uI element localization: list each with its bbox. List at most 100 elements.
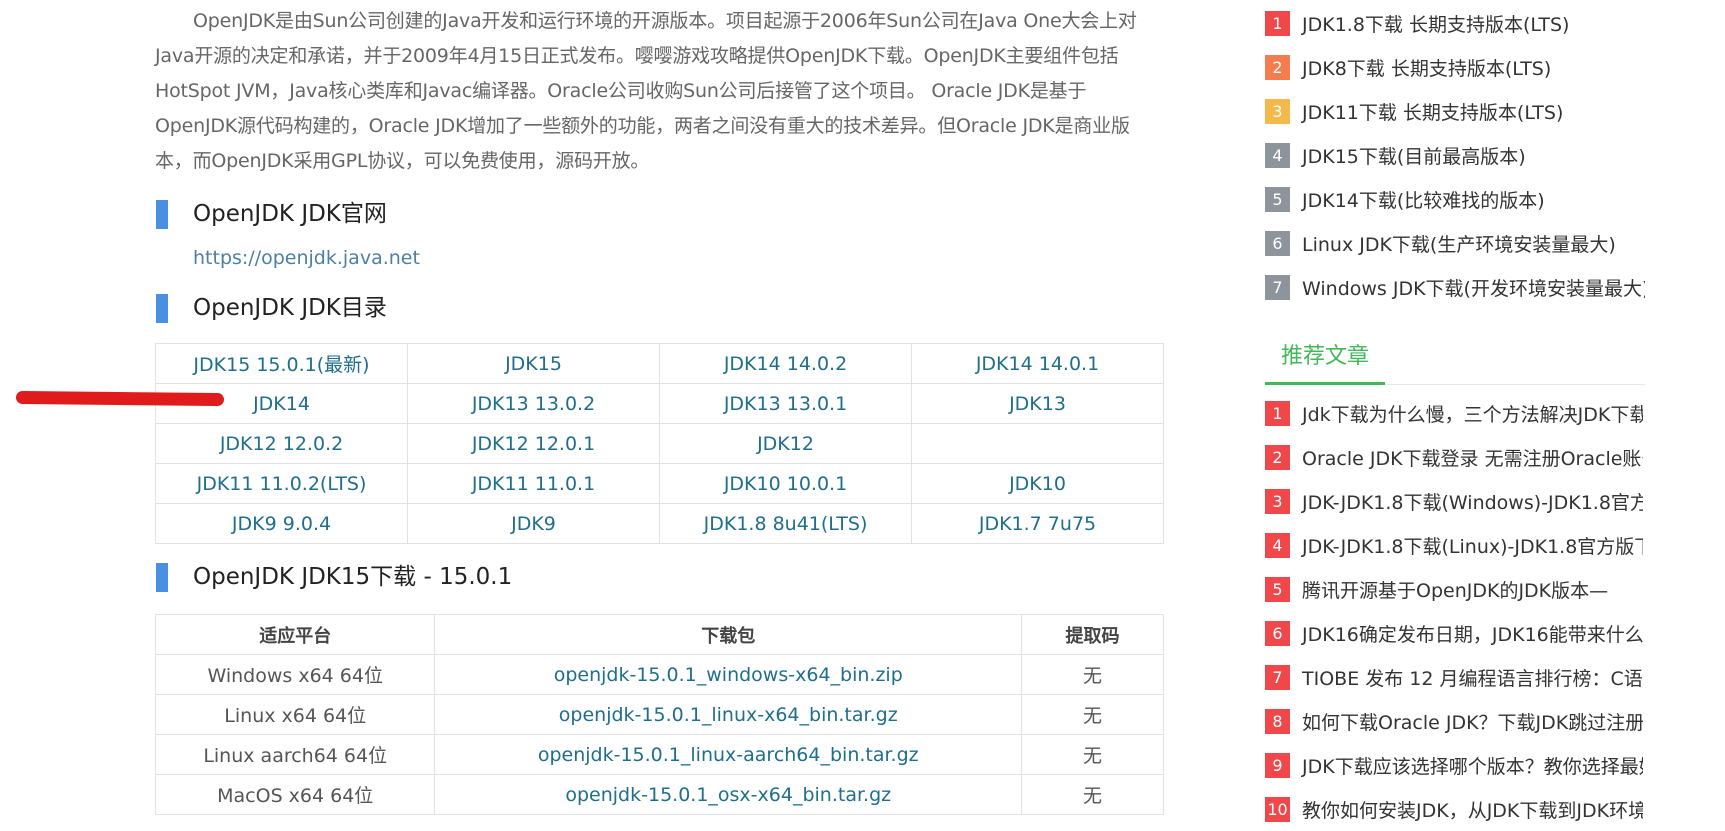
heading-download: OpenJDK JDK15下载 - 15.0.1 [155,562,1165,592]
heading-official-site-text: OpenJDK JDK官网 [193,201,387,227]
sidebar-link-label: JDK1.8下载 长期支持版本(LTS) [1302,13,1570,36]
sidebar-link-label: JDK14下载(比较难找的版本) [1302,189,1545,212]
heading-catalog: OpenJDK JDK目录 [155,293,1165,323]
catalog-link[interactable]: JDK15 [407,343,660,384]
rank-badge: 6 [1265,620,1290,646]
catalog-link[interactable]: JDK13 13.0.2 [407,383,660,424]
rank-badge: 8 [1265,708,1290,734]
red-underline-annotation [15,390,225,407]
rank-badge: 1 [1265,400,1290,426]
heading-marker [156,294,168,323]
sidebar-list-item[interactable]: 1 Jdk下载为什么慢，三个方法解决JDK下载 [1265,391,1643,435]
catalog-link[interactable]: JDK10 10.0.1 [659,463,912,504]
sidebar-list-item[interactable]: 7 TIOBE 发布 12 月编程语言排行榜：C语言 [1265,655,1643,699]
sidebar-list-item[interactable]: 3 JDK-JDK1.8下载(Windows)-JDK1.8官方版 [1265,479,1643,523]
catalog-table: JDK15 15.0.1(最新) JDK15 JDK14 14.0.2 JDK14 1… [155,343,1164,544]
catalog-link[interactable]: JDK13 13.0.1 [659,383,912,424]
sidebar-link-label: Jdk下载为什么慢，三个方法解决JDK下载 [1302,403,1643,426]
catalog-link[interactable]: JDK10 [911,463,1164,504]
heading-catalog-text: OpenJDK JDK目录 [193,295,387,321]
sidebar-link-label: JDK-JDK1.8下载(Windows)-JDK1.8官方版 [1302,491,1643,514]
sidebar-list-item[interactable]: 6 Linux JDK下载(生产环境安装量最大) [1265,221,1645,265]
sidebar-list-item[interactable]: 6 JDK16确定发布日期，JDK16能带来什么特 [1265,611,1643,655]
sidebar-list-item[interactable]: 10 教你如何安装JDK，从JDK下载到JDK环境 [1265,787,1643,831]
catalog-row: JDK9 9.0.4 JDK9 JDK1.8 8u41(LTS) JDK1.7 7u7… [155,503,1164,544]
sidebar-list-item[interactable]: 2 Oracle JDK下载登录 无需注册Oracle账号 [1265,435,1643,479]
platform-cell: MacOS x64 64位 [154,774,436,815]
rank-badge: 7 [1265,664,1290,690]
download-row: Linux x64 64位 openjdk-15.0.1_linux-x64_bi… [154,694,1164,735]
sidebar-link-label: 腾讯开源基于OpenJDK的JDK版本— [1302,579,1609,602]
extract-code-cell: 无 [1021,654,1164,695]
catalog-link[interactable]: JDK13 [911,383,1164,424]
catalog-row: JDK14 JDK13 13.0.2 JDK13 13.0.1 JDK13 [155,383,1164,424]
rank-badge: 3 [1265,98,1290,124]
catalog-link[interactable]: JDK11 11.0.2(LTS) [155,463,408,504]
recommended-title-text: 推荐文章 [1265,335,1386,385]
package-link[interactable]: openjdk-15.0.1_windows-x64_bin.zip [434,654,1023,695]
sidebar-list-item[interactable]: 5 腾讯开源基于OpenJDK的JDK版本— [1265,567,1643,611]
heading-marker [156,563,168,592]
hot-download-list: 1 JDK1.8下载 长期支持版本(LTS) 2 JDK8下载 长期支持版本(LTS)… [1265,1,1645,309]
extract-code-cell: 无 [1021,734,1164,775]
column-header-code: 提取码 [1021,614,1164,655]
download-row: Windows x64 64位 openjdk-15.0.1_windows-x6… [154,654,1164,695]
catalog-link[interactable]: JDK12 12.0.2 [155,423,408,464]
sidebar-list-item[interactable]: 4 JDK15下载(目前最高版本) [1265,133,1645,177]
catalog-link[interactable]: JDK11 11.0.1 [407,463,660,504]
rank-badge: 3 [1265,488,1290,514]
package-link[interactable]: openjdk-15.0.1_linux-x64_bin.tar.gz [434,694,1023,735]
catalog-row: JDK11 11.0.2(LTS) JDK11 11.0.1 JDK10 10.0.… [155,463,1164,504]
rank-badge: 9 [1265,752,1290,778]
catalog-link[interactable]: JDK1.8 8u41(LTS) [659,503,912,544]
catalog-link[interactable]: JDK14 14.0.1 [911,343,1164,384]
extract-code-cell: 无 [1021,694,1164,735]
platform-cell: Linux x64 64位 [154,694,436,735]
sidebar-list-item[interactable]: 7 Windows JDK下载(开发环境安装量最大) [1265,265,1645,309]
column-header-platform: 适应平台 [154,614,436,655]
rank-badge: 6 [1265,230,1290,256]
sidebar-list-item[interactable]: 8 如何下载Oracle JDK？下载JDK跳过注册的 [1265,699,1643,743]
package-link[interactable]: openjdk-15.0.1_linux-aarch64_bin.tar.gz [434,734,1023,775]
rank-badge: 4 [1265,532,1290,558]
intro-paragraph: OpenJDK是由Sun公司创建的Java开发和运行环境的开源版本。项目起源于2… [155,10,1137,172]
official-site-link[interactable]: https://openjdk.java.net [193,247,1165,269]
sidebar-list-item[interactable]: 3 JDK11下载 长期支持版本(LTS) [1265,89,1645,133]
sidebar-link-label: 教你如何安装JDK，从JDK下载到JDK环境 [1302,799,1643,822]
article-main: OpenJDK是由Sun公司创建的Java开发和运行环境的开源版本。项目起源于2… [154,0,1165,815]
sidebar-link-label: JDK-JDK1.8下载(Linux)-JDK1.8官方版下载 [1302,535,1643,558]
rank-badge: 2 [1265,54,1290,80]
package-link[interactable]: openjdk-15.0.1_osx-x64_bin.tar.gz [434,774,1023,815]
catalog-link[interactable]: JDK12 12.0.1 [407,423,660,464]
platform-cell: Windows x64 64位 [154,654,436,695]
heading-marker [156,200,168,229]
extract-code-cell: 无 [1021,774,1164,815]
sidebar-list-item[interactable]: 2 JDK8下载 长期支持版本(LTS) [1265,45,1645,89]
sidebar-list-item[interactable]: 5 JDK14下载(比较难找的版本) [1265,177,1645,221]
sidebar-link-label: Linux JDK下载(生产环境安装量最大) [1302,233,1616,256]
sidebar-link-label: JDK16确定发布日期，JDK16能带来什么特 [1302,623,1643,646]
sidebar-list-item[interactable]: 4 JDK-JDK1.8下载(Linux)-JDK1.8官方版下载 [1265,523,1643,567]
rank-badge: 5 [1265,186,1290,212]
catalog-link[interactable]: JDK14 14.0.2 [659,343,912,384]
platform-cell: Linux aarch64 64位 [154,734,436,775]
sidebar-link-label: JDK15下载(目前最高版本) [1302,145,1526,168]
recommended-title: 推荐文章 [1265,335,1645,385]
rank-badge: 2 [1265,444,1290,470]
catalog-link[interactable]: JDK9 9.0.4 [155,503,408,544]
sidebar-list-item[interactable]: 1 JDK1.8下载 长期支持版本(LTS) [1265,1,1645,45]
sidebar-link-label: Oracle JDK下载登录 无需注册Oracle账号 [1302,447,1643,470]
rank-badge: 7 [1265,274,1290,300]
catalog-link[interactable]: JDK1.7 7u75 [911,503,1164,544]
recommended-list: 1 Jdk下载为什么慢，三个方法解决JDK下载 2 Oracle JDK下载登录 无需… [1265,391,1645,831]
catalog-link[interactable]: JDK15 15.0.1(最新) [155,343,408,384]
catalog-link[interactable]: JDK12 [659,423,912,464]
sidebar-link-label: JDK下载应该选择哪个版本？教你选择最好 [1302,755,1643,778]
column-header-package: 下载包 [434,614,1023,655]
catalog-row: JDK15 15.0.1(最新) JDK15 JDK14 14.0.2 JDK14 1… [155,343,1164,384]
download-table: 适应平台 下载包 提取码 Windows x64 64位 openjdk-15.0… [154,614,1164,815]
catalog-row: JDK12 12.0.2 JDK12 12.0.1 JDK12 [155,423,1164,464]
sidebar-list-item[interactable]: 9 JDK下载应该选择哪个版本？教你选择最好 [1265,743,1643,787]
sidebar-link-label: JDK11下载 长期支持版本(LTS) [1302,101,1564,124]
catalog-link[interactable]: JDK9 [407,503,660,544]
